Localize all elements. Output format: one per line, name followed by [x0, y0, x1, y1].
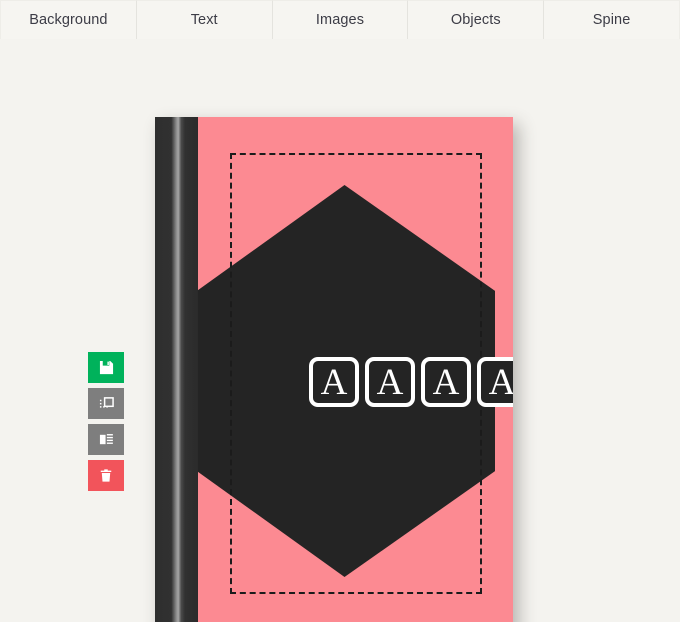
tab-objects[interactable]: Objects — [408, 0, 545, 39]
tab-label: Spine — [592, 12, 631, 28]
letter-tile[interactable]: A — [477, 357, 513, 407]
tab-text[interactable]: Text — [136, 0, 273, 39]
save-button[interactable] — [88, 352, 124, 383]
tab-images[interactable]: Images — [272, 0, 409, 39]
copy-icon — [99, 432, 114, 447]
tab-label: Text — [190, 12, 218, 28]
letter-tile[interactable]: A — [421, 357, 471, 407]
tab-spine[interactable]: Spine — [544, 0, 680, 39]
book-front-cover[interactable]: A A A A A — [198, 117, 513, 622]
letter-tile[interactable]: A — [365, 357, 415, 407]
object-toolbar — [88, 352, 124, 496]
floppy-disk-icon — [99, 360, 114, 375]
letter-tile[interactable]: A — [309, 357, 359, 407]
editor-canvas-stage: A A A A A — [0, 39, 680, 622]
letter-tile-group[interactable]: A A A A A — [309, 357, 513, 407]
clone-icon — [99, 396, 114, 411]
book-preview[interactable]: A A A A A — [155, 117, 513, 622]
tab-label: Images — [315, 12, 365, 28]
tab-background[interactable]: Background — [0, 0, 137, 39]
tab-bar: Background Text Images Objects Spine — [0, 0, 680, 39]
duplicate-button[interactable] — [88, 388, 124, 419]
tab-label: Objects — [450, 12, 501, 28]
tab-label: Background — [29, 12, 108, 28]
book-spine[interactable] — [155, 117, 198, 622]
trash-icon — [99, 468, 113, 483]
delete-button[interactable] — [88, 460, 124, 491]
copy-button[interactable] — [88, 424, 124, 455]
